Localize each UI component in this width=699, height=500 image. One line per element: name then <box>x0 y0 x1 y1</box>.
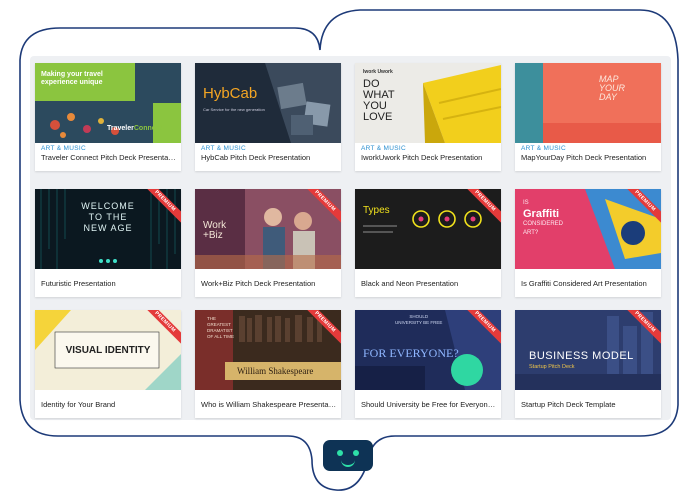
template-thumbnail[interactable]: Iwork Uwork DO WHAT YOU LOVE <box>355 63 501 143</box>
template-title[interactable]: Identity for Your Brand <box>41 400 177 410</box>
template-card[interactable]: IS Graffiti CONSIDERED ART? PREMIUM Is G… <box>515 189 661 297</box>
category-link[interactable]: ART & MUSIC <box>521 145 657 153</box>
headline-line: +Biz <box>203 230 223 241</box>
template-thumbnail[interactable]: Types PREMIUM <box>355 189 501 269</box>
category-link[interactable]: ART & MUSIC <box>361 145 497 153</box>
headline-line: Graffiti <box>523 208 560 220</box>
thumb-brand: HybCab <box>203 85 258 102</box>
template-card[interactable]: SHOULD UNIVERSITY BE FREE FOR EVERYONE? … <box>355 310 501 418</box>
template-thumbnail[interactable]: IS Graffiti CONSIDERED ART? PREMIUM <box>515 189 661 269</box>
thumb-headline: IS Graffiti CONSIDERED ART? <box>523 199 563 238</box>
headline-line: OF ALL TIME <box>207 334 235 339</box>
template-thumbnail[interactable]: MAP YOUR DAY <box>515 63 661 143</box>
template-card[interactable]: WELCOME TO THE NEW AGE PREMIUM Futuristi… <box>35 189 181 297</box>
thumb-headline: BUSINESS MODEL <box>529 350 634 362</box>
thumb-headline: Making your travel experience unique <box>41 71 103 86</box>
thumb-headline: WELCOME TO THE NEW AGE <box>35 201 181 234</box>
template-title[interactable]: Black and Neon Presentation <box>361 279 497 289</box>
thumb-headline: MAP YOUR DAY <box>599 75 625 102</box>
eye-icon <box>353 450 359 456</box>
template-card[interactable]: Iwork Uwork DO WHAT YOU LOVE ART & MUSIC… <box>355 63 501 171</box>
template-card[interactable]: MAP YOUR DAY ART & MUSIC MapYourDay Pitc… <box>515 63 661 171</box>
template-thumbnail[interactable]: SHOULD UNIVERSITY BE FREE FOR EVERYONE? … <box>355 310 501 390</box>
headline-line: TO THE <box>88 212 128 222</box>
thumb-slogan: DO WHAT YOU LOVE <box>363 79 395 123</box>
template-title[interactable]: Who is William Shakespeare Presentation <box>201 400 337 410</box>
template-card[interactable]: THE GREATEST DRAMATIST OF ALL TIME Willi… <box>195 310 341 418</box>
thumb-subtitle: William Shakespeare <box>237 366 314 376</box>
thumb-subtitle: Car Service for the new generation <box>203 107 265 112</box>
template-title[interactable]: Is Graffiti Considered Art Presentation <box>521 279 657 289</box>
template-title[interactable]: Should University be Free for Everyone P… <box>361 400 497 410</box>
smiley-face-icon <box>323 440 373 471</box>
template-thumbnail[interactable]: Work +Biz PREMIUM <box>195 189 341 269</box>
template-title[interactable]: Startup Pitch Deck Template <box>521 400 657 410</box>
headline-line: UNIVERSITY BE FREE <box>395 320 443 325</box>
template-thumbnail[interactable]: WELCOME TO THE NEW AGE PREMIUM <box>35 189 181 269</box>
template-title[interactable]: IworkUwork Pitch Deck Presentation <box>361 153 497 163</box>
mapyourday-art <box>515 63 661 143</box>
thumb-brand-word1: Traveler <box>107 125 134 132</box>
template-thumbnail[interactable]: THE GREATEST DRAMATIST OF ALL TIME Willi… <box>195 310 341 390</box>
thumb-headline: SHOULD UNIVERSITY BE FREE <box>395 314 442 326</box>
thumb-headline: THE GREATEST DRAMATIST OF ALL TIME <box>207 316 234 340</box>
thumb-subtitle: Startup Pitch Deck <box>529 364 575 370</box>
template-title[interactable]: Futuristic Presentation <box>41 279 177 289</box>
template-card[interactable]: Work +Biz PREMIUM Work+Biz Pitch Deck Pr… <box>195 189 341 297</box>
headline-line: ART? <box>523 230 539 236</box>
thumb-brand-word2: Connect <box>133 125 162 132</box>
slogan-line: LOVE <box>363 111 393 123</box>
headline-line: IS <box>523 200 529 206</box>
template-thumbnail[interactable]: BUSINESS MODEL Startup Pitch Deck PREMIU… <box>515 310 661 390</box>
template-thumbnail[interactable]: HybCab Car Service for the new generatio… <box>195 63 341 143</box>
template-card[interactable]: Types PREMIUM Black and Neon Presentatio… <box>355 189 501 297</box>
template-card[interactable]: VISUAL IDENTITY PREMIUM Identity for You… <box>35 310 181 418</box>
template-card[interactable]: HybCab Car Service for the new generatio… <box>195 63 341 171</box>
template-thumbnail[interactable]: Making your travel experience unique Tra… <box>35 63 181 143</box>
mouth-icon <box>341 460 355 467</box>
thumb-question: FOR EVERYONE? <box>363 346 459 360</box>
thumb-brand: TravelerConnect <box>107 125 162 132</box>
eye-icon <box>337 450 343 456</box>
category-link[interactable]: ART & MUSIC <box>201 145 337 153</box>
thumb-headline: Work +Biz <box>203 221 226 241</box>
category-link[interactable]: ART & MUSIC <box>41 145 177 153</box>
thumb-brand: Iwork Uwork <box>363 69 393 75</box>
template-title[interactable]: Work+Biz Pitch Deck Presentation <box>201 279 337 289</box>
template-title[interactable]: Traveler Connect Pitch Deck Presentation <box>41 153 177 163</box>
template-title[interactable]: HybCab Pitch Deck Presentation <box>201 153 337 163</box>
headline-line: NEW AGE <box>83 223 133 233</box>
template-card[interactable]: BUSINESS MODEL Startup Pitch Deck PREMIU… <box>515 310 661 418</box>
template-title[interactable]: MapYourDay Pitch Deck Presentation <box>521 153 657 163</box>
hybcab-art <box>195 63 341 143</box>
headline-line: CONSIDERED <box>523 221 564 227</box>
headline-line: DAY <box>599 92 617 102</box>
headline-line: WELCOME <box>81 201 135 211</box>
thumb-headline: Types <box>363 205 390 216</box>
template-thumbnail[interactable]: VISUAL IDENTITY PREMIUM <box>35 310 181 390</box>
template-card[interactable]: Making your travel experience unique Tra… <box>35 63 181 171</box>
thumb-headline: VISUAL IDENTITY <box>65 345 151 356</box>
